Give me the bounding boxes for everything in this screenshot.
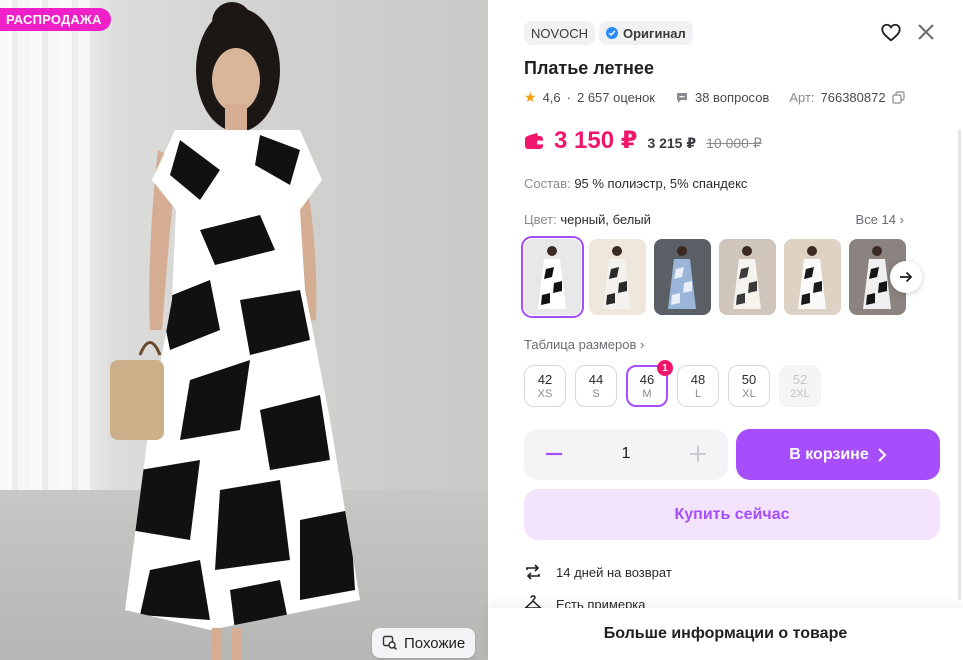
thumbnail-image (589, 239, 646, 315)
article-number: 766380872 (820, 90, 886, 105)
heart-icon[interactable] (880, 22, 902, 44)
similar-button[interactable]: Похожие (372, 628, 476, 658)
color-thumbnail-white-leaf[interactable] (719, 239, 776, 315)
size-table-label: Таблица размеров (524, 337, 637, 352)
size-number: 52 (792, 372, 808, 387)
cart-count-badge: 1 (657, 360, 673, 376)
all-colors-label: Все 14 (855, 212, 897, 227)
sale-badge: РАСПРОДАЖА (0, 8, 111, 31)
thumbnail-image (654, 239, 711, 315)
size-number: 44 (588, 372, 604, 387)
star-icon: ★ (524, 89, 537, 105)
color-thumbnail-white-floral-sleeve[interactable] (589, 239, 646, 315)
reviews-count[interactable]: 2 657 оценок (577, 90, 655, 105)
size-letter: L (694, 388, 702, 400)
return-label: 14 дней на возврат (556, 564, 672, 580)
color-thumbnail-black-white-floral[interactable] (521, 236, 584, 318)
brand-name: NOVOCH (531, 25, 589, 41)
size-number: 50 (741, 372, 757, 387)
price-without-wallet: 3 215 ₽ (647, 135, 697, 151)
question-bubble-icon (676, 92, 687, 103)
verified-check-icon (606, 27, 618, 39)
size-letter: M (642, 388, 652, 400)
arrow-right-icon (900, 271, 913, 283)
size-option-44[interactable]: 44 S (575, 365, 617, 407)
product-title: Платье летнее (524, 58, 654, 78)
article-label: Арт: (789, 90, 815, 105)
more-info-button[interactable]: Больше информации о товаре (488, 608, 963, 660)
thumbnail-image (784, 239, 841, 315)
similar-search-icon (382, 635, 398, 651)
wallet-icon (525, 133, 543, 149)
size-letter: S (592, 388, 600, 400)
buy-now-button[interactable]: Купить сейчас (524, 489, 940, 540)
color-label: Цвет: (524, 212, 557, 227)
size-letter: XS (537, 388, 553, 400)
plus-icon[interactable] (688, 444, 708, 464)
close-icon[interactable] (916, 22, 936, 42)
similar-label: Похожие (404, 634, 466, 652)
all-colors-link[interactable]: Все 14 › (856, 212, 904, 227)
thumbnail-image (719, 239, 776, 315)
size-table-link[interactable]: Таблица размеров › (524, 337, 644, 352)
composition: Состав: 95 % полиэстр, 5% спандекс (524, 176, 747, 191)
size-option-42[interactable]: 42 XS (524, 365, 566, 407)
composition-label: Состав: (524, 176, 571, 191)
questions-count[interactable]: 38 вопросов (695, 90, 769, 105)
product-details-panel: NOVOCH Оригинал Платье летнее ★ 4,6 · 2 … (500, 0, 963, 660)
return-arrows-icon (526, 564, 540, 580)
thumbnail-image (524, 239, 581, 315)
size-letter: XL (742, 388, 756, 400)
quantity-stepper: 1 (524, 429, 728, 480)
chevron-right-icon: › (899, 212, 904, 227)
size-option-50[interactable]: 50 XL (728, 365, 770, 407)
size-number: 42 (537, 372, 553, 387)
return-feature: 14 дней на возврат (524, 563, 672, 581)
size-letter: 2XL (790, 388, 810, 400)
size-number: 46 (639, 372, 655, 387)
rating-value[interactable]: 4,6 (543, 90, 561, 105)
composition-value: 95 % полиэстр, 5% спандекс (574, 176, 748, 191)
price-main: 3 150 ₽ (554, 127, 638, 154)
price-row: 3 150 ₽ 3 215 ₽ 10 000 ₽ (524, 126, 762, 155)
size-option-52: 52 2XL (779, 365, 821, 407)
original-label: Оригинал (623, 25, 686, 41)
color-thumbnail-white-black-print[interactable] (784, 239, 841, 315)
size-selector: 42 XS 44 S 46 M 1 48 L 50 XL 52 2XL (524, 360, 821, 407)
chevron-right-icon (878, 447, 887, 462)
in-cart-label: В корзине (789, 445, 869, 463)
color-thumbnails (521, 236, 906, 318)
price-old: 10 000 ₽ (706, 135, 762, 151)
product-photo[interactable]: РАСПРОДАЖА Похожие (0, 0, 488, 660)
thumbnails-next-button[interactable] (890, 261, 922, 293)
panel-scrollbar[interactable] (958, 130, 961, 600)
size-option-46[interactable]: 46 M 1 (626, 360, 673, 407)
chevron-right-icon: › (640, 337, 645, 352)
size-option-48[interactable]: 48 L (677, 365, 719, 407)
color-thumbnail-blue-floral[interactable] (654, 239, 711, 315)
color-value: черный, белый (560, 212, 651, 227)
model-in-dress-illustration (110, 2, 360, 660)
in-cart-button[interactable]: В корзине (736, 429, 940, 480)
size-number: 48 (690, 372, 706, 387)
dot-separator: · (566, 90, 571, 105)
product-meta: ★ 4,6 · 2 657 оценок 38 вопросов Арт: 76… (524, 89, 905, 106)
color-row: Цвет: черный, белый Все 14 › (524, 212, 904, 227)
copy-icon[interactable] (891, 91, 905, 104)
brand-chip[interactable]: NOVOCH (524, 21, 596, 45)
original-chip[interactable]: Оригинал (599, 21, 693, 45)
